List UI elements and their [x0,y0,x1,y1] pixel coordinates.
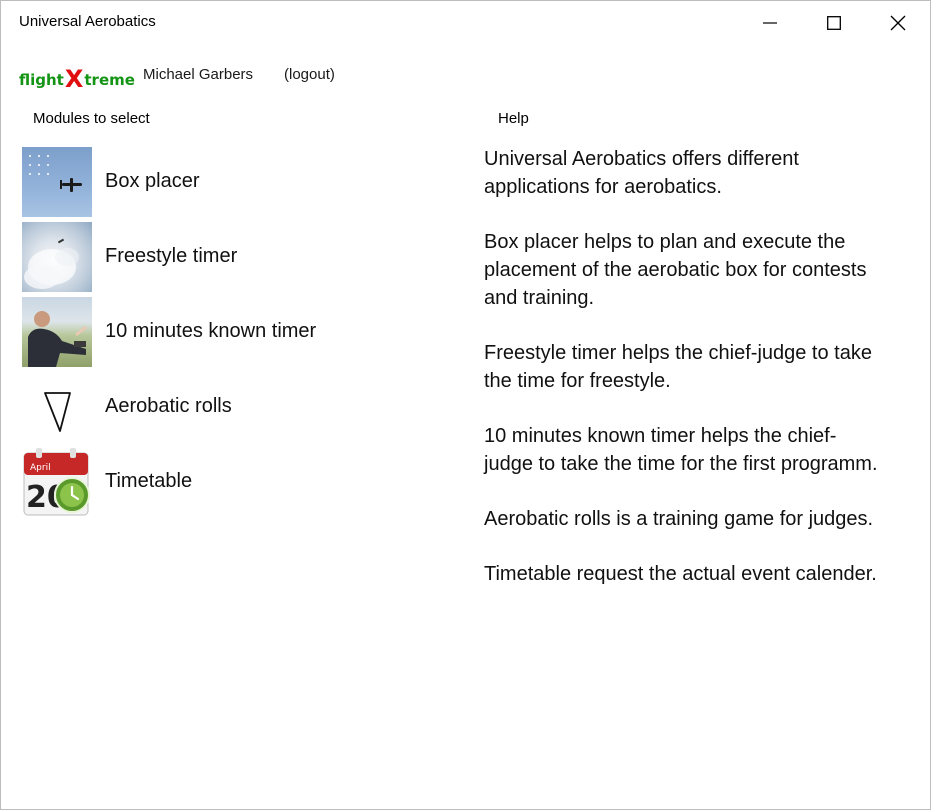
window-title: Universal Aerobatics [19,13,156,30]
logo-suffix: treme [84,71,135,89]
module-aerobatic-rolls[interactable]: Aerobatic rolls [22,369,442,444]
module-freestyle-timer[interactable]: Freestyle timer [22,219,442,294]
logo-prefix: flight [19,71,64,89]
logo-x: X [64,65,84,93]
help-paragraph: 10 minutes known timer helps the chief-j… [484,425,878,475]
calendar-clock-icon: April 20 [22,446,92,517]
title-bar[interactable]: Universal Aerobatics [1,1,930,45]
modules-heading: Modules to select [33,110,150,127]
close-button[interactable] [875,1,921,45]
close-icon [890,15,906,31]
help-paragraph: Freestyle timer helps the chief-judge to… [484,342,872,392]
help-paragraph: Timetable request the actual event calen… [484,563,877,585]
logout-link[interactable]: (logout) [284,66,335,83]
help-heading: Help [498,110,529,127]
module-label: Timetable [105,470,193,492]
aerobatic-plane-photo [22,146,92,217]
pilot-photo [22,296,92,367]
module-label: Aerobatic rolls [105,395,232,417]
module-known-timer[interactable]: 10 minutes known timer [22,294,442,369]
minimize-icon [763,22,777,24]
triangle-icon [22,371,92,442]
maximize-icon [827,16,841,30]
help-paragraph: Aerobatic rolls is a training game for j… [484,508,874,530]
modules-list: Box placer Freestyle timer 10 minutes kn… [22,144,442,519]
minimize-button[interactable] [747,1,793,45]
smoke-trail-photo [22,221,92,292]
module-label: Freestyle timer [105,245,238,267]
app-window: Universal Aerobatics flightXtreme Michae… [0,0,931,810]
maximize-button[interactable] [811,1,857,45]
help-text: Universal Aerobatics offers different ap… [484,145,884,615]
account-header: flightXtreme Michael Garbers (logout) [19,63,519,93]
calendar-month: April [30,463,51,473]
module-label: 10 minutes known timer [105,320,317,342]
help-paragraph: Universal Aerobatics offers different ap… [484,148,799,198]
module-timetable[interactable]: April 20 Timetable [22,444,442,519]
module-box-placer[interactable]: Box placer [22,144,442,219]
flightxtreme-logo: flightXtreme [19,63,135,93]
module-label: Box placer [105,170,200,192]
help-paragraph: Box placer helps to plan and execute the… [484,231,867,309]
user-name: Michael Garbers [143,66,254,83]
